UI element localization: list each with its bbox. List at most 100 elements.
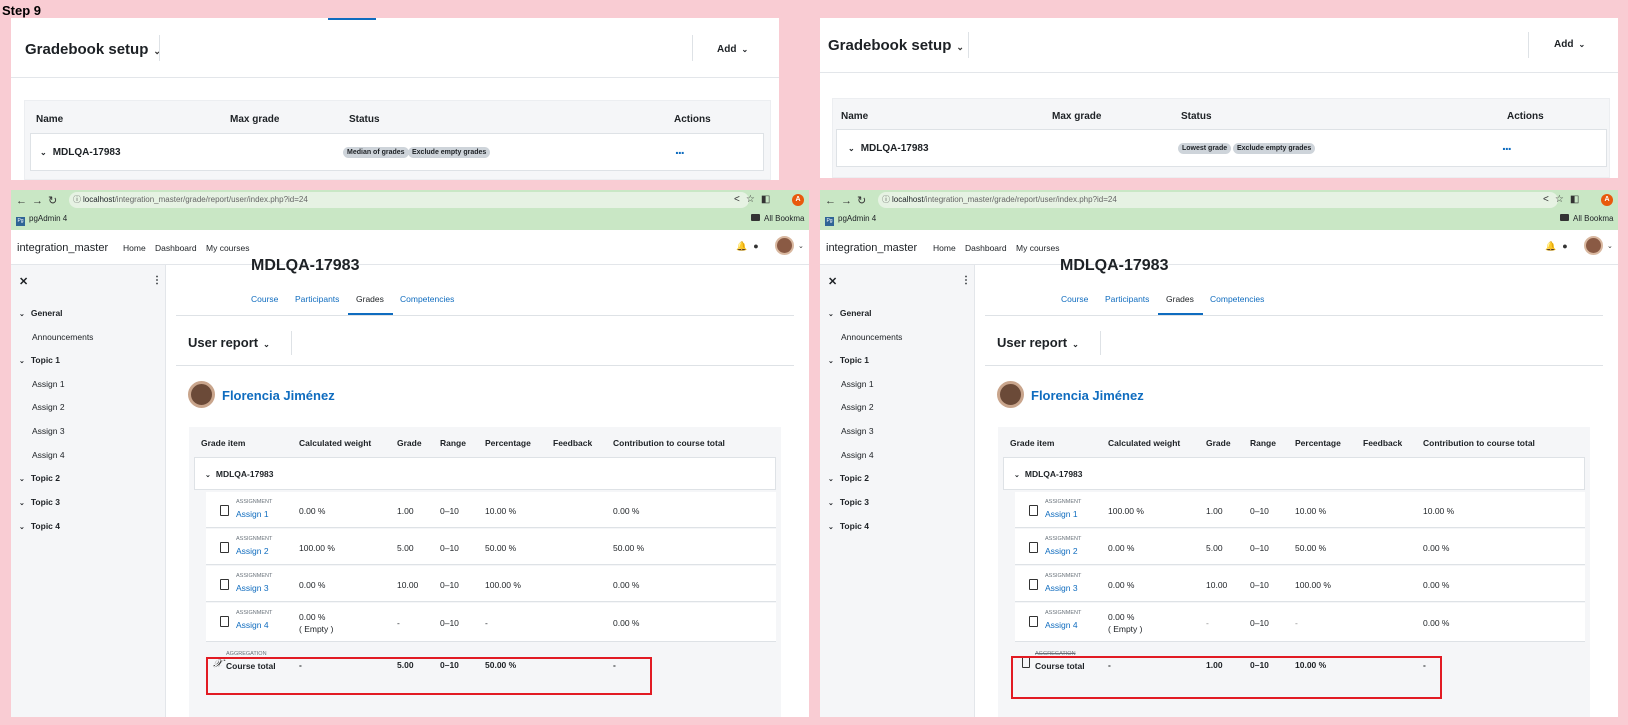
actions-menu-icon[interactable]: ... (675, 141, 685, 157)
item-assign-4[interactable]: Assign 4 (841, 450, 874, 460)
add-button-label: Add (1554, 39, 1574, 50)
address-bar[interactable]: ⓘ localhost/integration_master/grade/rep… (69, 192, 749, 208)
report-selector[interactable]: User report ⌄ (188, 335, 270, 350)
grade-item-link[interactable]: Assign 4 (236, 620, 269, 630)
tab-grades[interactable]: Grades (356, 294, 384, 304)
site-info-icon[interactable]: ⓘ (73, 194, 81, 205)
section-general[interactable]: ⌄ General (828, 308, 872, 318)
user-avatar[interactable] (1584, 236, 1603, 255)
bookmark-all[interactable]: All Bookma (1560, 214, 1613, 223)
tab-competencies[interactable]: Competencies (400, 294, 454, 304)
item-assign-1[interactable]: Assign 1 (32, 379, 65, 389)
report-selector[interactable]: User report ⌄ (997, 335, 1079, 350)
tab-grades[interactable]: Grades (1166, 294, 1194, 304)
category-toggle[interactable]: ⌄ MDLQA-17983 (848, 143, 929, 154)
reload-icon[interactable]: ↻ (48, 195, 62, 207)
section-topic-3[interactable]: ⌄ Topic 3 (19, 497, 60, 507)
tab-participants[interactable]: Participants (1105, 294, 1149, 304)
forward-icon[interactable]: → (841, 195, 857, 207)
empty-note: ( Empty ) (1108, 624, 1143, 634)
site-info-icon[interactable]: ⓘ (882, 194, 890, 205)
add-button[interactable]: Add ⌄ (717, 44, 748, 55)
section-topic-1[interactable]: ⌄ Topic 1 (828, 355, 869, 365)
item-assign-4[interactable]: Assign 4 (32, 450, 65, 460)
user-avatar[interactable] (775, 236, 794, 255)
tab-participants[interactable]: Participants (295, 294, 339, 304)
nav-home[interactable]: Home (933, 243, 956, 253)
item-assign-3[interactable]: Assign 3 (32, 426, 65, 436)
section-general[interactable]: ⌄ General (19, 308, 63, 318)
chevron-down-icon[interactable]: ⌄ (1607, 242, 1613, 250)
section-topic-1[interactable]: ⌄ Topic 1 (19, 355, 60, 365)
category-toggle[interactable]: ⌄ MDLQA-17983 (40, 147, 121, 158)
sidepanel-icon[interactable]: ◧ (761, 194, 776, 205)
category-name: MDLQA-17983 (860, 143, 929, 154)
back-icon[interactable]: ← (825, 195, 841, 207)
message-icon[interactable]: ● (753, 241, 764, 251)
item-type: ASSIGNMENT (1045, 536, 1082, 542)
item-assign-3[interactable]: Assign 3 (841, 426, 874, 436)
tab-course[interactable]: Course (1061, 294, 1088, 304)
chevron-down-icon[interactable]: ⌄ (798, 242, 804, 250)
grade-item-link[interactable]: Assign 1 (1045, 509, 1078, 519)
forward-icon[interactable]: → (32, 195, 48, 207)
gradebook-title[interactable]: Gradebook setup ⌄ (828, 37, 964, 54)
site-name[interactable]: integration_master (17, 242, 108, 254)
add-button[interactable]: Add ⌄ (1554, 39, 1585, 50)
section-label: Topic 3 (30, 497, 60, 507)
section-topic-2[interactable]: ⌄ Topic 2 (19, 473, 60, 483)
grade-item-link[interactable]: Assign 3 (1045, 583, 1078, 593)
profile-avatar[interactable]: A (792, 194, 804, 206)
bookmark-label: pgAdmin 4 (29, 214, 68, 223)
nav-dashboard[interactable]: Dashboard (155, 243, 197, 253)
back-icon[interactable]: ← (16, 195, 32, 207)
star-icon[interactable]: ☆ (1555, 194, 1570, 205)
profile-avatar[interactable]: A (1601, 194, 1613, 206)
bookmark-all[interactable]: All Bookma (751, 214, 804, 223)
category-name: MDLQA-17983 (215, 469, 274, 479)
grade-item-link[interactable]: Assign 3 (236, 583, 269, 593)
tab-competencies[interactable]: Competencies (1210, 294, 1264, 304)
item-assign-2[interactable]: Assign 2 (841, 402, 874, 412)
star-icon[interactable]: ☆ (746, 194, 761, 205)
grade-item-link[interactable]: Assign 2 (1045, 546, 1078, 556)
address-bar[interactable]: ⓘ localhost/integration_master/grade/rep… (878, 192, 1558, 208)
item-assign-1[interactable]: Assign 1 (841, 379, 874, 389)
kebab-menu-icon[interactable]: ⋮ (152, 275, 162, 286)
item-announcements[interactable]: Announcements (841, 332, 902, 342)
bell-icon[interactable]: 🔔 (736, 241, 753, 251)
site-name[interactable]: integration_master (826, 242, 917, 254)
grade-item-link[interactable]: Assign 4 (1045, 620, 1078, 630)
section-topic-4[interactable]: ⌄ Topic 4 (19, 521, 60, 531)
category-toggle[interactable]: ⌄ MDLQA-17983 (205, 469, 274, 479)
bell-icon[interactable]: 🔔 (1545, 241, 1562, 251)
item-announcements[interactable]: Announcements (32, 332, 93, 342)
bookmark-pgadmin[interactable]: Pg pgAdmin 4 (16, 214, 67, 226)
sidepanel-icon[interactable]: ◧ (1570, 194, 1585, 205)
tab-course[interactable]: Course (251, 294, 278, 304)
section-topic-4[interactable]: ⌄ Topic 4 (828, 521, 869, 531)
section-topic-2[interactable]: ⌄ Topic 2 (828, 473, 869, 483)
category-toggle[interactable]: ⌄ MDLQA-17983 (1014, 469, 1083, 479)
grade-item-link[interactable]: Assign 2 (236, 546, 269, 556)
student-name[interactable]: Florencia Jiménez (222, 388, 335, 403)
section-topic-3[interactable]: ⌄ Topic 3 (828, 497, 869, 507)
nav-my-courses[interactable]: My courses (206, 243, 249, 253)
nav-my-courses[interactable]: My courses (1016, 243, 1059, 253)
close-icon[interactable]: ✕ (828, 275, 837, 288)
message-icon[interactable]: ● (1562, 241, 1573, 251)
item-assign-2[interactable]: Assign 2 (32, 402, 65, 412)
student-name[interactable]: Florencia Jiménez (1031, 388, 1144, 403)
share-icon[interactable]: < (1543, 194, 1555, 205)
reload-icon[interactable]: ↻ (857, 195, 871, 207)
grade-item-link[interactable]: Assign 1 (236, 509, 269, 519)
range: 0–10 (440, 506, 459, 516)
close-icon[interactable]: ✕ (19, 275, 28, 288)
share-icon[interactable]: < (734, 194, 746, 205)
gradebook-title[interactable]: Gradebook setup ⌄ (25, 41, 161, 58)
actions-menu-icon[interactable]: ... (1502, 137, 1512, 153)
kebab-menu-icon[interactable]: ⋮ (961, 275, 971, 286)
bookmark-pgadmin[interactable]: Pg pgAdmin 4 (825, 214, 876, 226)
nav-dashboard[interactable]: Dashboard (965, 243, 1007, 253)
nav-home[interactable]: Home (123, 243, 146, 253)
